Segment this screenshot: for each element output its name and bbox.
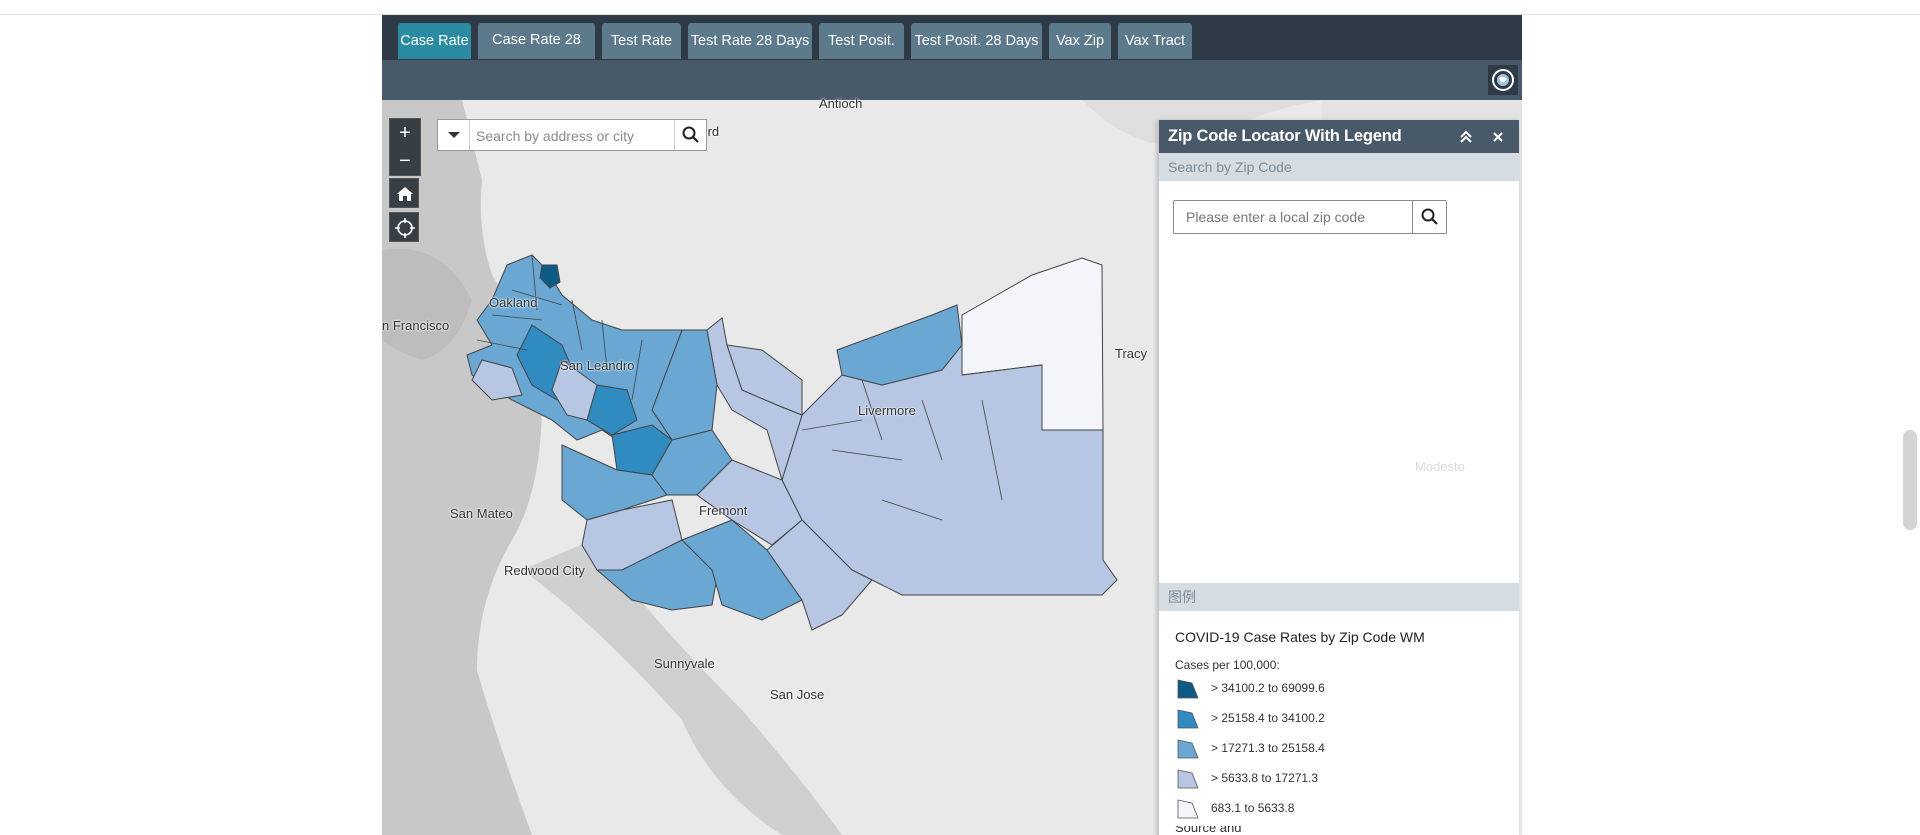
zip-code-input[interactable] (1174, 201, 1412, 233)
collapse-panel-button[interactable] (1455, 126, 1477, 148)
crosshair-icon (395, 218, 415, 238)
home-icon (397, 187, 413, 201)
tab-case-rate-28-days[interactable]: Case Rate 28 Days (478, 23, 595, 82)
legend-subtitle: Cases per 100,000: (1175, 658, 1280, 672)
legend-label: > 34100.2 to 69099.6 (1211, 681, 1325, 695)
legend-swatch (1177, 709, 1199, 729)
tab-test-posit[interactable]: Test Posit. (819, 23, 904, 59)
home-button[interactable] (389, 178, 419, 208)
tab-test-rate[interactable]: Test Rate (602, 23, 681, 59)
app-window: Case Rate Case Rate 28 Days Test Rate Te… (382, 15, 1522, 835)
page-scrollbar[interactable] (1903, 430, 1917, 530)
tab-vax-tract[interactable]: Vax Tract (1118, 23, 1192, 59)
zoom-controls: + − (389, 118, 421, 176)
zip-search-box (1173, 200, 1447, 234)
globe-icon (1492, 69, 1514, 91)
address-search-input[interactable] (474, 120, 673, 152)
close-panel-button[interactable] (1487, 126, 1509, 148)
address-search-button[interactable] (674, 120, 706, 150)
close-icon (1493, 132, 1503, 142)
zip-locator-panel: Zip Code Locator With Legend Search by Z… (1157, 120, 1519, 835)
zoom-out-button[interactable]: − (390, 147, 420, 175)
tab-test-posit-28-days[interactable]: Test Posit. 28 Days (911, 23, 1042, 59)
address-search (437, 119, 707, 152)
legend-swatch (1177, 739, 1199, 759)
caret-down-icon (448, 132, 460, 138)
legend-header: 图例 (1159, 583, 1519, 611)
legend-swatch (1177, 679, 1199, 699)
legend-swatch (1177, 769, 1199, 789)
faint-map-label: Modesto (1415, 459, 1465, 474)
legend-label: > 5633.8 to 17271.3 (1211, 771, 1319, 785)
search-icon (1421, 208, 1438, 225)
panel-header: Zip Code Locator With Legend (1159, 120, 1519, 153)
zoom-in-button[interactable]: + (390, 119, 420, 147)
legend-swatch (1177, 799, 1199, 819)
zip-locator-widget-button[interactable] (1488, 65, 1518, 95)
legend-source-text: Source and (1175, 826, 1242, 835)
legend-title: COVID-19 Case Rates by Zip Code WM (1175, 629, 1425, 645)
panel-title: Zip Code Locator With Legend (1168, 127, 1402, 145)
legend-cut-text: Source and (1175, 826, 1295, 835)
tab-test-rate-28-days[interactable]: Test Rate 28 Days (688, 23, 812, 59)
legend-label: > 25158.4 to 34100.2 (1211, 711, 1325, 725)
legend-label: 683.1 to 5633.8 (1211, 801, 1295, 815)
double-chevron-up-icon (1460, 130, 1472, 143)
legend-label: > 17271.3 to 25158.4 (1211, 741, 1325, 755)
zip-search-button[interactable] (1412, 201, 1446, 233)
search-icon (682, 126, 699, 143)
tab-vax-zip[interactable]: Vax Zip (1049, 23, 1111, 59)
widget-toolbar (382, 60, 1522, 100)
search-source-dropdown[interactable] (438, 120, 470, 150)
tab-bar: Case Rate Case Rate 28 Days Test Rate Te… (382, 15, 1522, 82)
locate-button[interactable] (389, 212, 419, 242)
tab-case-rate[interactable]: Case Rate (398, 23, 471, 59)
zip-search-header: Search by Zip Code (1159, 153, 1519, 181)
